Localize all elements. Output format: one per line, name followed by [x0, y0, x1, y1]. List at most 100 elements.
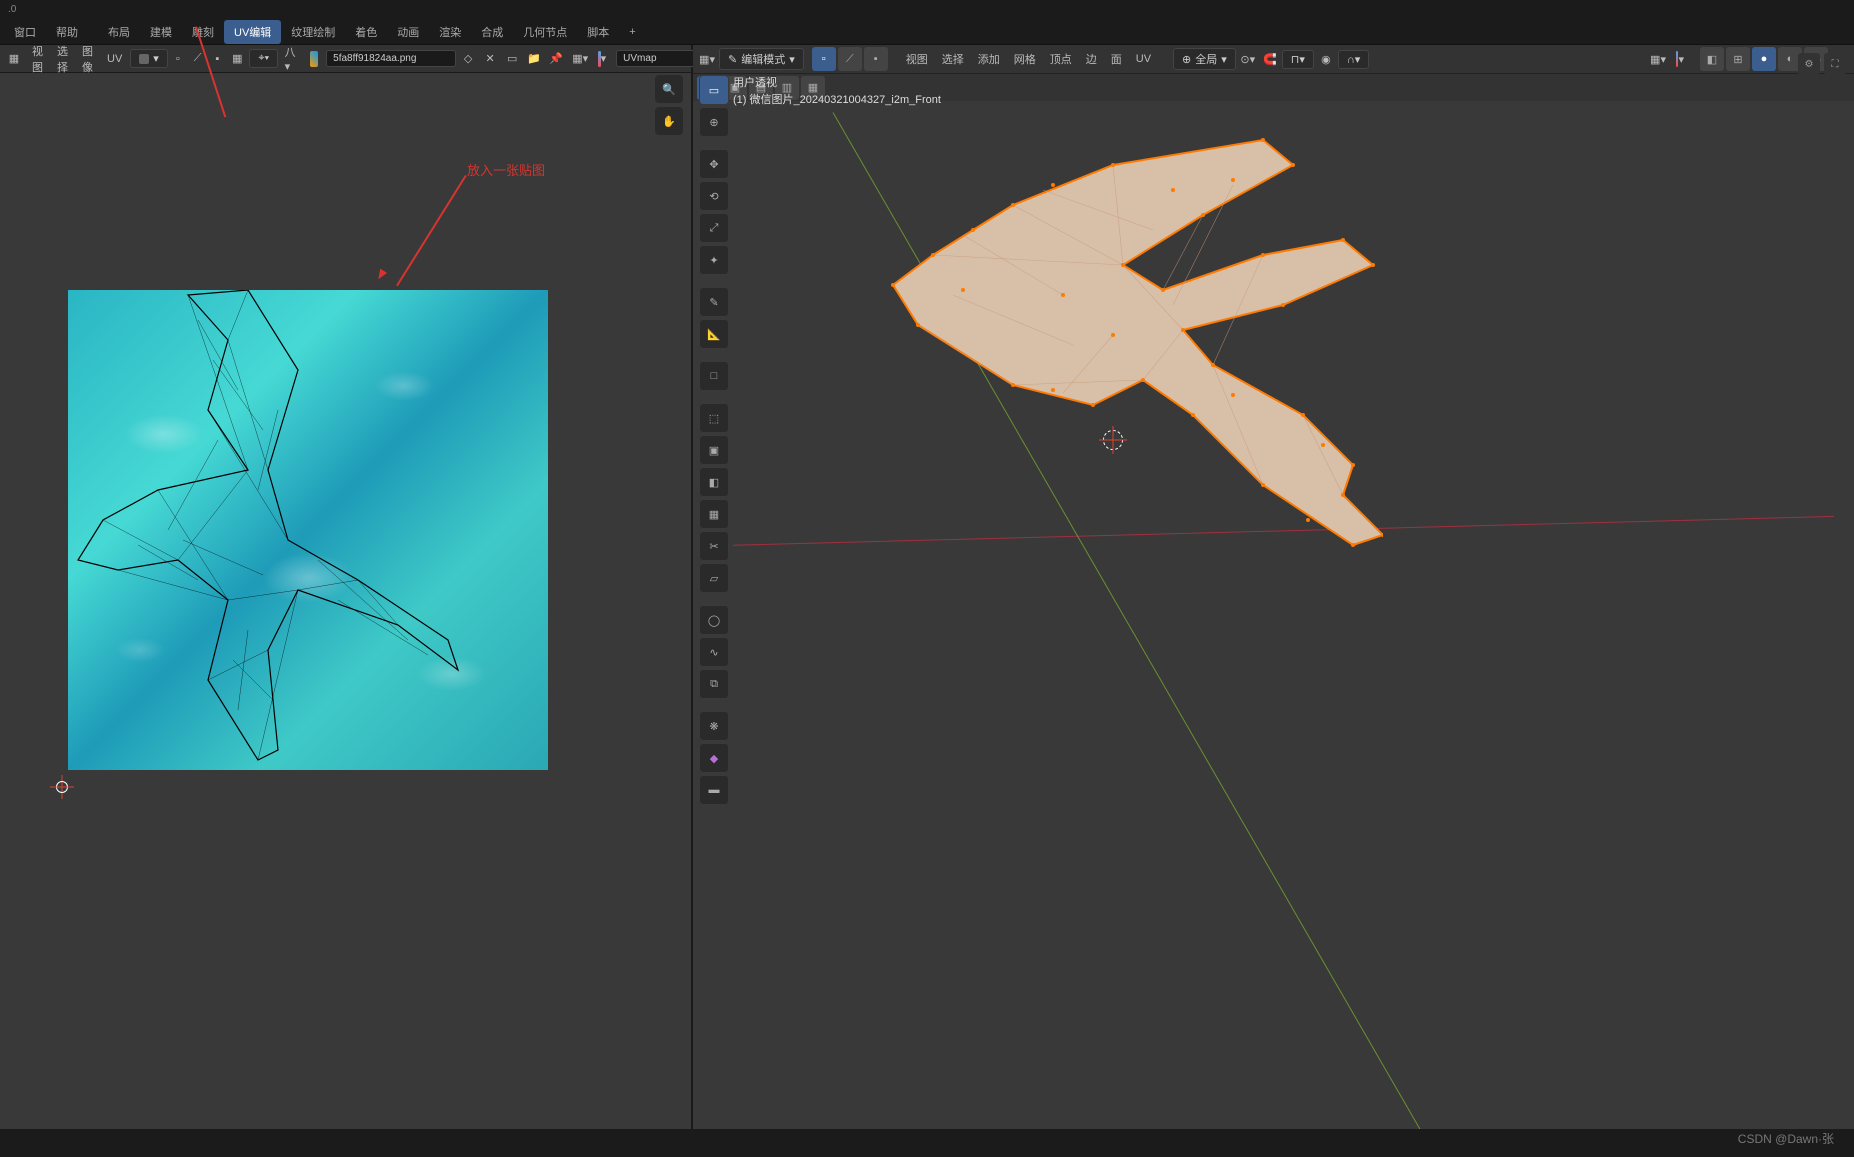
pan-icon[interactable]: ✋ — [655, 107, 683, 135]
tool-shear-icon[interactable]: ◆ — [699, 743, 729, 773]
arrow-to-image — [396, 175, 467, 286]
pin-icon[interactable]: 📌 — [546, 49, 566, 69]
v3d-menu-select[interactable]: 选择 — [936, 48, 970, 70]
ws-sculpt[interactable]: 雕刻 — [182, 20, 224, 44]
cursor-3d — [1103, 430, 1123, 450]
tool-transform-icon[interactable]: ✦ — [699, 245, 729, 275]
work-area: ▦ 视图 选择 图像 UV ▾ ▫ ⟋ ▪ ▦ ⌖▾ 八▾ ◇ ✕ ▭ 📁 📌 … — [0, 45, 1854, 1129]
uv-sel-face[interactable]: ▪ — [209, 49, 225, 69]
snap-type[interactable]: ⊓▾ — [1282, 50, 1314, 69]
sel-edge-icon[interactable]: ⟋ — [838, 47, 862, 71]
arrowhead-icon — [375, 269, 387, 282]
gizmo-options-icon[interactable]: ⚙ — [1798, 53, 1820, 75]
workspace-tabs: 窗口 帮助 布局 建模 雕刻 UV编辑 纹理绘制 着色 动画 渲染 合成 几何节… — [0, 20, 1854, 45]
mode-dropdown[interactable]: ✎ 编辑模式 ▾ — [719, 48, 804, 70]
ws-rendering[interactable]: 渲染 — [429, 20, 471, 44]
tool-rotate-icon[interactable]: ⟲ — [699, 181, 729, 211]
image-unlink-icon[interactable]: ✕ — [480, 49, 500, 69]
uv-snap[interactable]: ⌖▾ — [249, 49, 278, 68]
ws-texture-paint[interactable]: 纹理绘制 — [281, 20, 345, 44]
ws-modeling[interactable]: 建模 — [140, 20, 182, 44]
tool-measure-icon[interactable]: 📐 — [699, 319, 729, 349]
v3d-menu-mesh[interactable]: 网格 — [1008, 48, 1042, 70]
uv-menu-image[interactable]: 图像 — [76, 40, 99, 78]
uv-menu-view[interactable]: 视图 — [26, 40, 49, 78]
v3d-menu-vertex[interactable]: 顶点 — [1044, 48, 1078, 70]
uv-menu-select[interactable]: 选择 — [51, 40, 74, 78]
image-name-input[interactable] — [326, 50, 456, 67]
ws-uv-editing[interactable]: UV编辑 — [224, 20, 281, 44]
tool-extrude-icon[interactable]: ⬚ — [699, 403, 729, 433]
ws-animation[interactable]: 动画 — [387, 20, 429, 44]
uv-mesh-overlay — [68, 290, 548, 770]
tool-polybuild-icon[interactable]: ▱ — [699, 563, 729, 593]
tool-slide-icon[interactable]: ⧉ — [699, 669, 729, 699]
sel-face-icon[interactable]: ▪ — [864, 47, 888, 71]
uv-sync-dropdown[interactable]: ▾ — [130, 49, 168, 68]
tool-addcube-icon[interactable]: □ — [699, 361, 729, 391]
gizmo-maximize-icon[interactable]: ⛶ — [1824, 53, 1846, 75]
image-new-icon[interactable]: ▭ — [502, 49, 522, 69]
image-icon[interactable] — [304, 49, 324, 69]
uv-header: ▦ 视图 选择 图像 UV ▾ ▫ ⟋ ▪ ▦ ⌖▾ 八▾ ◇ ✕ ▭ 📁 📌 … — [0, 45, 691, 73]
prop-falloff[interactable]: ∩▾ — [1338, 50, 1369, 69]
shading-wire-icon[interactable]: ⊞ — [1726, 47, 1750, 71]
tool-select-icon[interactable]: ▭ — [699, 75, 729, 105]
uv-menu-uv[interactable]: UV — [101, 50, 128, 68]
tool-knife-icon[interactable]: ✂ — [699, 531, 729, 561]
perspective-label: 用户透视 (1) 微信图片_20240321004327_i2m_Front — [733, 75, 941, 108]
tool-bevel-icon[interactable]: ◧ — [699, 467, 729, 497]
viewport-3d-panel: ▦▾ ✎ 编辑模式 ▾ ▫ ⟋ ▪ 视图 选择 添加 网格 顶点 边 面 UV … — [693, 45, 1854, 1129]
annotation-text: 放入一张贴图 — [467, 160, 545, 179]
viewport-3d[interactable]: 用户透视 (1) 微信图片_20240321004327_i2m_Front — [733, 75, 1834, 1129]
tool-move-icon[interactable]: ✥ — [699, 149, 729, 179]
tool-shrink-icon[interactable]: ❋ — [699, 711, 729, 741]
ws-layout[interactable]: 布局 — [98, 20, 140, 44]
uv-pivot[interactable]: 八▾ — [280, 49, 300, 69]
tool-smooth-icon[interactable]: ∿ — [699, 637, 729, 667]
tool-scale-icon[interactable]: ⤢ — [699, 213, 729, 243]
ws-scripting[interactable]: 脚本 — [577, 20, 619, 44]
image-open-icon[interactable]: 📁 — [524, 49, 544, 69]
zoom-icon[interactable]: 🔍 — [655, 75, 683, 103]
snap-icon[interactable]: 🧲 — [1260, 49, 1280, 69]
uv-texture-image[interactable] — [68, 290, 548, 770]
orientation-dropdown[interactable]: ⊕ 全局 ▾ — [1173, 48, 1236, 70]
tool-rip-icon[interactable]: ▬ — [699, 775, 729, 805]
tool-inset-icon[interactable]: ▣ — [699, 435, 729, 465]
ws-compositing[interactable]: 合成 — [471, 20, 513, 44]
uv-sel-vert[interactable]: ▫ — [170, 49, 186, 69]
viewport-gizmo: ⚙ ⛶ — [1798, 53, 1846, 75]
uv-channels-icon[interactable]: ▦▾ — [570, 49, 590, 69]
image-browse-icon[interactable]: ◇ — [458, 49, 478, 69]
uv-editor-panel: ▦ 视图 选择 图像 UV ▾ ▫ ⟋ ▪ ▦ ⌖▾ 八▾ ◇ ✕ ▭ 📁 📌 … — [0, 45, 693, 1129]
tool-loopcut-icon[interactable]: ▦ — [699, 499, 729, 529]
uv-sel-island[interactable]: ▦ — [227, 49, 247, 69]
cursor-2d — [50, 775, 74, 799]
overlay-toggle-icon[interactable]: ▾ — [1670, 49, 1690, 69]
ws-geonodes[interactable]: 几何节点 — [513, 20, 577, 44]
v3d-menu-add[interactable]: 添加 — [972, 48, 1006, 70]
prop-edit-icon[interactable]: ◉ — [1316, 49, 1336, 69]
editor3d-type-icon[interactable]: ▦▾ — [697, 49, 717, 69]
mesh-display-icon[interactable]: ▦▾ — [1648, 49, 1668, 69]
tool-annotate-icon[interactable]: ✎ — [699, 287, 729, 317]
v3d-menu-edge[interactable]: 边 — [1080, 48, 1103, 70]
watermark: CSDN @Dawn·张 — [1738, 1130, 1834, 1147]
uv-color-icon[interactable]: ▾ — [592, 49, 612, 69]
editor-type-icon[interactable]: ▦ — [4, 49, 24, 69]
ws-add[interactable]: + — [619, 22, 645, 42]
view3d-header: ▦▾ ✎ 编辑模式 ▾ ▫ ⟋ ▪ 视图 选择 添加 网格 顶点 边 面 UV … — [693, 45, 1854, 73]
tool-spin-icon[interactable]: ◯ — [699, 605, 729, 635]
sel-vert-icon[interactable]: ▫ — [812, 47, 836, 71]
toolbar-3d: ▭ ⊕ ✥ ⟲ ⤢ ✦ ✎ 📐 □ ⬚ ▣ ◧ ▦ ✂ ▱ ◯ ∿ ⧉ ❋ ◆ — [699, 75, 729, 805]
mesh-3d — [863, 135, 1383, 555]
ws-shading[interactable]: 着色 — [345, 20, 387, 44]
v3d-menu-face[interactable]: 面 — [1105, 48, 1128, 70]
xray-icon[interactable]: ◧ — [1700, 47, 1724, 71]
pivot-icon[interactable]: ⊙▾ — [1238, 49, 1258, 69]
shading-solid-icon[interactable]: ● — [1752, 47, 1776, 71]
v3d-menu-uv[interactable]: UV — [1130, 50, 1157, 68]
tool-cursor-icon[interactable]: ⊕ — [699, 107, 729, 137]
v3d-menu-view[interactable]: 视图 — [900, 48, 934, 70]
